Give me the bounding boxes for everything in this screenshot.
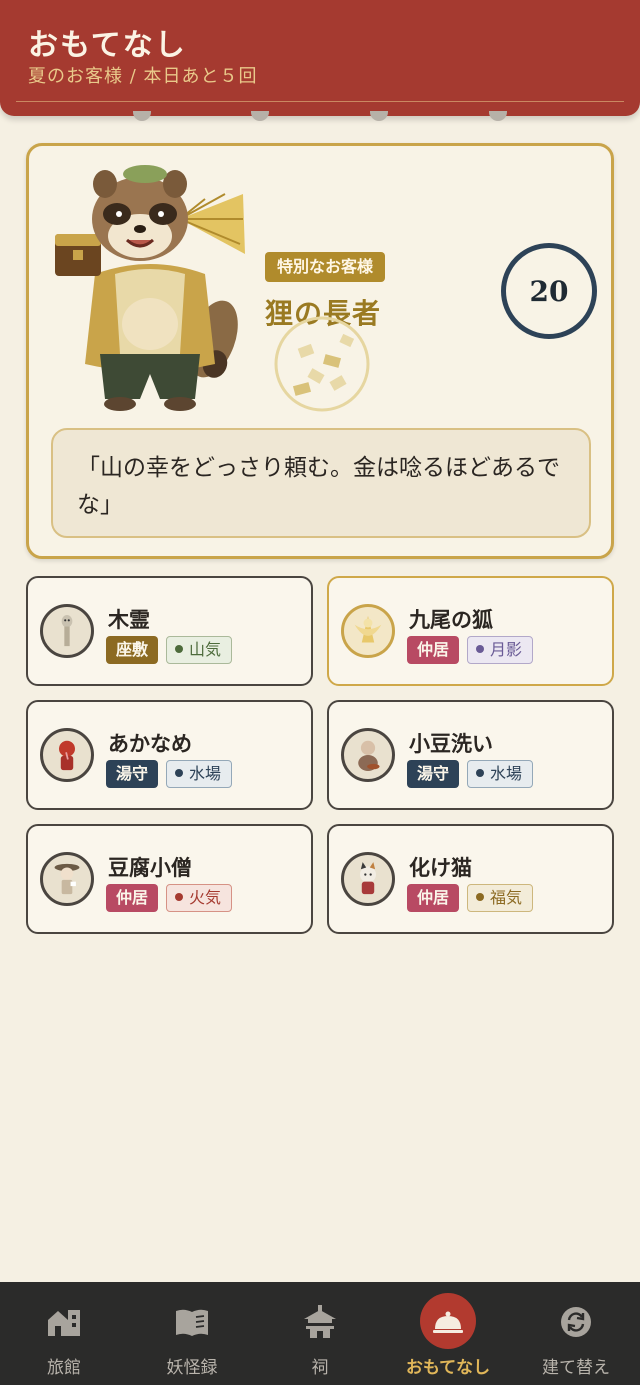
lantern-hook — [370, 111, 388, 121]
lantern-hook — [251, 111, 269, 121]
guest-card-kodama[interactable]: 木霊 座敷 山気 — [26, 576, 313, 686]
avatar — [40, 604, 94, 658]
guest-name: 化け猫 — [409, 855, 472, 880]
nav-label: 旅館 — [47, 1358, 81, 1378]
page-subtitle: 夏のお客様 / 本日あと５回 — [28, 66, 258, 87]
attribute-dot-icon — [476, 768, 484, 777]
attribute-badge: 水場 — [166, 760, 233, 788]
guest-name: 九尾の狐 — [409, 607, 493, 632]
attribute-label: 火気 — [189, 888, 222, 907]
nav-label: 祠 — [311, 1358, 329, 1378]
role-badge: 湯守 — [106, 760, 159, 788]
nav-item-ryokan[interactable]: 旅館 — [0, 1282, 128, 1385]
nav-label: 建て替え — [542, 1358, 610, 1378]
role-badge: 湯守 — [407, 760, 460, 788]
guest-card-kyubi[interactable]: 九尾の狐 仲居 月影 — [327, 576, 614, 686]
attribute-label: 福気 — [490, 888, 523, 907]
attribute-label: 水場 — [490, 764, 523, 783]
shrine-icon — [304, 1305, 336, 1338]
gold-coins-icon — [274, 316, 370, 412]
avatar — [40, 728, 94, 782]
attribute-badge: 山気 — [166, 636, 233, 664]
guest-card-tofukozo[interactable]: 豆腐小僧 仲居 火気 — [26, 824, 313, 934]
guest-speech-bubble: 「山の幸をどっさり頼む。金は唸るほどあるでな」 — [51, 428, 591, 538]
guest-name: 木霊 — [108, 607, 150, 632]
attribute-dot-icon — [476, 892, 484, 901]
avatar — [341, 604, 395, 658]
guest-card-bakeneko[interactable]: 化け猫 仲居 福気 — [327, 824, 614, 934]
lantern-hook — [489, 111, 507, 121]
book-icon — [176, 1309, 208, 1336]
attribute-dot-icon — [175, 644, 183, 653]
guest-name: あかなめ — [108, 731, 192, 756]
guest-card-azukiarai[interactable]: 小豆洗い 湯守 水場 — [327, 700, 614, 810]
request-count-circle: 20 — [501, 243, 597, 339]
featured-guest-card[interactable]: 特別なお客様 狸の長者 20 「山の幸をどっさり頼む。金は唸るほどあるでな」 — [26, 143, 614, 559]
nav-item-rebuild[interactable]: 建て替え — [512, 1282, 640, 1385]
nav-label: おもてなし — [405, 1358, 491, 1378]
role-badge: 座敷 — [106, 636, 159, 664]
attribute-dot-icon — [476, 644, 484, 653]
attribute-badge: 水場 — [467, 760, 534, 788]
page-title: おもてなし — [28, 28, 187, 63]
avatar — [341, 728, 395, 782]
attribute-badge: 火気 — [166, 884, 233, 912]
attribute-label: 水場 — [189, 764, 222, 783]
guest-card-akaname[interactable]: あかなめ 湯守 水場 — [26, 700, 313, 810]
nav-item-omotenashi[interactable]: おもてなし — [384, 1282, 512, 1385]
attribute-badge: 月影 — [467, 636, 534, 664]
role-badge: 仲居 — [106, 884, 159, 912]
avatar — [40, 852, 94, 906]
nav-item-hokora[interactable]: 祠 — [256, 1282, 384, 1385]
attribute-label: 山気 — [189, 640, 222, 659]
guest-name: 小豆洗い — [409, 731, 493, 756]
rebuild-icon — [561, 1307, 591, 1337]
tanuki-illustration — [55, 165, 245, 411]
attribute-badge: 福気 — [467, 884, 534, 912]
lantern-hook — [133, 111, 151, 121]
attribute-dot-icon — [175, 892, 183, 901]
cloche-icon — [433, 1311, 463, 1333]
attribute-label: 月影 — [490, 640, 523, 659]
avatar — [341, 852, 395, 906]
nav-item-yokairoku[interactable]: 妖怪録 — [128, 1282, 256, 1385]
role-badge: 仲居 — [407, 884, 460, 912]
role-badge: 仲居 — [407, 636, 460, 664]
guest-name: 豆腐小僧 — [108, 855, 192, 880]
attribute-dot-icon — [175, 768, 183, 777]
inn-icon — [48, 1310, 80, 1336]
header-divider — [16, 101, 624, 102]
header: おもてなし 夏のお客様 / 本日あと５回 — [0, 0, 640, 121]
bottom-nav: 旅館 妖怪録 祠 おもてなし 建て替え — [0, 1282, 640, 1385]
special-guest-badge: 特別なお客様 — [265, 252, 386, 282]
nav-label: 妖怪録 — [166, 1358, 218, 1378]
